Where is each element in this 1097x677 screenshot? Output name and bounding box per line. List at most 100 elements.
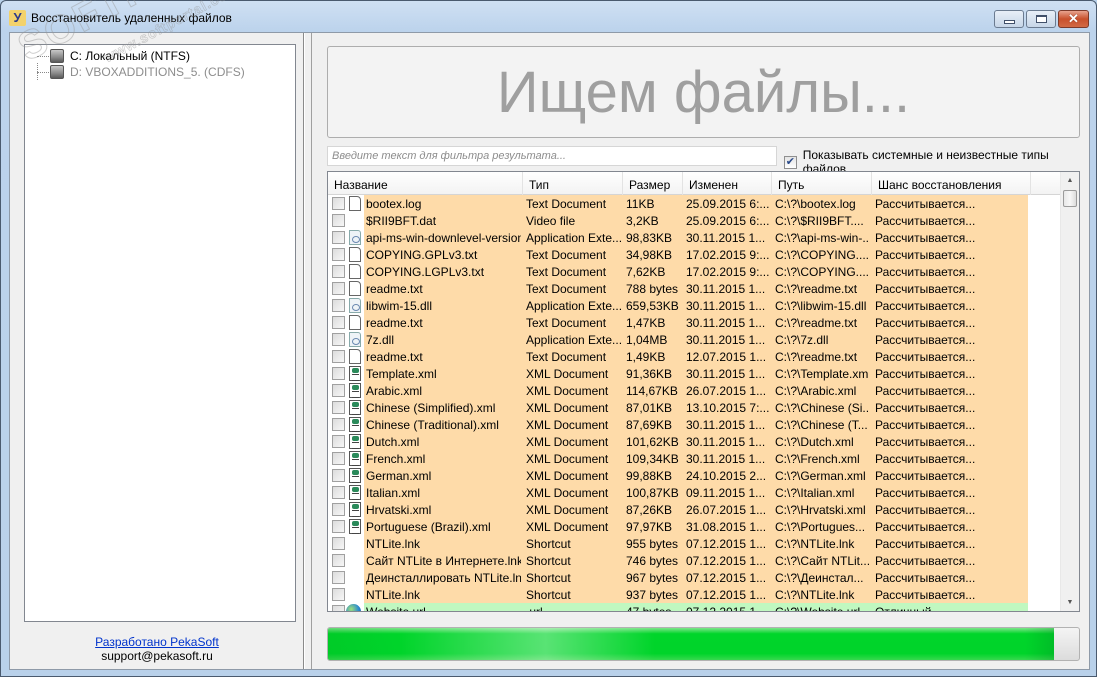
table-row[interactable]: Сайт NTLite в Интернете.lnk Shortcut 746 b…: [328, 552, 1060, 569]
app-window: У Восстановитель удаленных файлов ✕ C: Л…: [0, 0, 1097, 677]
cell-path: C:\?\Hrvatski.xml: [775, 502, 866, 517]
table-row[interactable]: German.xml XML Document 99,88KB 24.10.2015 …: [328, 467, 1060, 484]
column-header-name[interactable]: Название: [328, 172, 523, 195]
row-checkbox-cell: [328, 365, 364, 382]
text-file-icon: [349, 315, 361, 330]
row-checkbox-cell: [328, 603, 364, 611]
cell-path: C:\?\Dutch.xml: [775, 434, 854, 449]
scroll-thumb[interactable]: [1063, 190, 1077, 207]
table-row[interactable]: Arabic.xml XML Document 114,67KB 26.07.2015…: [328, 382, 1060, 399]
table-row[interactable]: bootex.log Text Document 11KB 25.09.2015 6:…: [328, 195, 1060, 212]
cell-path: C:\?\Деинстал...: [775, 570, 864, 585]
row-checkbox[interactable]: [332, 554, 345, 567]
cell-type: Text Document: [526, 247, 607, 262]
cell-name: NTLite.lnk: [366, 587, 421, 602]
table-row[interactable]: NTLite.lnk Shortcut 937 bytes 07.12.2015 1.…: [328, 586, 1060, 603]
column-header-chance[interactable]: Шанс восстановления: [872, 172, 1031, 195]
row-checkbox[interactable]: [332, 282, 345, 295]
row-checkbox[interactable]: [332, 605, 345, 611]
row-checkbox-cell: [328, 484, 364, 501]
cell-name: Деинсталлировать NTLite.lnk: [366, 570, 521, 585]
minimize-button[interactable]: [994, 10, 1024, 28]
row-checkbox[interactable]: [332, 214, 345, 227]
support-email: support@pekasoft.ru: [101, 649, 213, 663]
cell-size: 91,36KB: [626, 366, 673, 381]
column-header-path[interactable]: Путь: [772, 172, 872, 195]
table-row[interactable]: api-ms-win-downlevel-version-l... Applica…: [328, 229, 1060, 246]
table-row[interactable]: libwim-15.dll Application Exte... 659,53KB…: [328, 297, 1060, 314]
vertical-scrollbar[interactable]: ▲ ▼: [1060, 172, 1079, 611]
table-row[interactable]: Website.url .url 47 bytes 07.12.2015 1... C:…: [328, 603, 1060, 611]
row-checkbox[interactable]: [332, 588, 345, 601]
table-row[interactable]: French.xml XML Document 109,34KB 30.11.2015…: [328, 450, 1060, 467]
cell-path: C:\?\readme.txt: [775, 281, 858, 296]
table-row[interactable]: COPYING.LGPLv3.txt Text Document 7,62KB 17.…: [328, 263, 1060, 280]
title-bar[interactable]: У Восстановитель удаленных файлов ✕: [1, 1, 1096, 33]
row-checkbox[interactable]: [332, 452, 345, 465]
cell-name: Portuguese (Brazil).xml: [366, 519, 491, 534]
table-row[interactable]: readme.txt Text Document 1,47KB 30.11.2015 …: [328, 314, 1060, 331]
xml-file-icon: [349, 417, 361, 432]
cell-name: Chinese (Simplified).xml: [366, 400, 496, 415]
row-checkbox[interactable]: [332, 520, 345, 533]
row-checkbox[interactable]: [332, 265, 345, 278]
panel-splitter[interactable]: [304, 33, 312, 669]
show-system-types-checkbox[interactable]: ✔: [784, 155, 797, 169]
drive-item-d[interactable]: D: VBOXADDITIONS_5. (CDFS): [37, 64, 245, 80]
xml-file-icon: [349, 485, 361, 500]
scroll-up-icon[interactable]: ▲: [1061, 172, 1079, 189]
row-checkbox[interactable]: [332, 231, 345, 244]
column-header-type[interactable]: Тип: [523, 172, 623, 195]
drive-item-c[interactable]: C: Локальный (NTFS): [37, 48, 190, 64]
row-checkbox[interactable]: [332, 503, 345, 516]
row-checkbox[interactable]: [332, 435, 345, 448]
table-row[interactable]: Деинсталлировать NTLite.lnk Shortcut 967 b…: [328, 569, 1060, 586]
table-row[interactable]: Chinese (Simplified).xml XML Document 87,0…: [328, 399, 1060, 416]
row-checkbox[interactable]: [332, 571, 345, 584]
row-checkbox[interactable]: [332, 469, 345, 482]
filter-field[interactable]: [327, 146, 777, 166]
row-checkbox[interactable]: [332, 350, 345, 363]
row-checkbox[interactable]: [332, 537, 345, 550]
table-row[interactable]: Chinese (Traditional).xml XML Document 87,…: [328, 416, 1060, 433]
filter-input[interactable]: [332, 150, 772, 162]
row-checkbox[interactable]: [332, 316, 345, 329]
table-row[interactable]: COPYING.GPLv3.txt Text Document 34,98KB 17.…: [328, 246, 1060, 263]
drive-tree[interactable]: C: Локальный (NTFS) D: VBOXADDITIONS_5. …: [24, 44, 296, 622]
table-row[interactable]: readme.txt Text Document 788 bytes 30.11.20…: [328, 280, 1060, 297]
cell-size: 98,83KB: [626, 230, 673, 245]
table-row[interactable]: readme.txt Text Document 1,49KB 12.07.2015 …: [328, 348, 1060, 365]
column-header-modified[interactable]: Изменен: [683, 172, 772, 195]
maximize-button[interactable]: [1026, 10, 1056, 28]
row-checkbox[interactable]: [332, 333, 345, 346]
row-checkbox-cell: [328, 569, 364, 586]
developer-link[interactable]: Разработано PekaSoft: [95, 635, 219, 649]
table-row[interactable]: NTLite.lnk Shortcut 955 bytes 07.12.2015 1.…: [328, 535, 1060, 552]
row-checkbox[interactable]: [332, 248, 345, 261]
cell-modified: 30.11.2015 1...: [686, 298, 766, 313]
table-row[interactable]: Hrvatski.xml XML Document 87,26KB 26.07.201…: [328, 501, 1060, 518]
row-checkbox[interactable]: [332, 299, 345, 312]
cell-size: 7,62KB: [626, 264, 666, 279]
credits: Разработано PekaSoft support@pekasoft.ru: [10, 635, 304, 663]
tree-branch: [37, 55, 49, 57]
table-row[interactable]: 7z.dll Application Exte... 1,04MB 30.11.201…: [328, 331, 1060, 348]
column-header-size[interactable]: Размер: [623, 172, 683, 195]
row-checkbox[interactable]: [332, 367, 345, 380]
close-button[interactable]: ✕: [1058, 10, 1089, 28]
cell-modified: 07.12.2015 1...: [686, 536, 767, 551]
row-checkbox[interactable]: [332, 384, 345, 397]
cell-path: C:\?\readme.txt: [775, 315, 858, 330]
results-list[interactable]: Название Тип Размер Изменен Путь Шанс во…: [327, 171, 1080, 612]
row-checkbox[interactable]: [332, 486, 345, 499]
table-row[interactable]: Portuguese (Brazil).xml XML Document 97,97…: [328, 518, 1060, 535]
table-row[interactable]: Italian.xml XML Document 100,87KB 09.11.201…: [328, 484, 1060, 501]
scroll-down-icon[interactable]: ▼: [1061, 594, 1079, 611]
row-checkbox[interactable]: [332, 418, 345, 431]
row-checkbox[interactable]: [332, 197, 345, 210]
table-row[interactable]: Dutch.xml XML Document 101,62KB 30.11.2015 …: [328, 433, 1060, 450]
table-row[interactable]: $RII9BFT.dat Video file 3,2KB 25.09.2015 6:…: [328, 212, 1060, 229]
table-row[interactable]: Template.xml XML Document 91,36KB 30.11.201…: [328, 365, 1060, 382]
row-checkbox[interactable]: [332, 401, 345, 414]
cell-modified: 30.11.2015 1...: [686, 315, 766, 330]
